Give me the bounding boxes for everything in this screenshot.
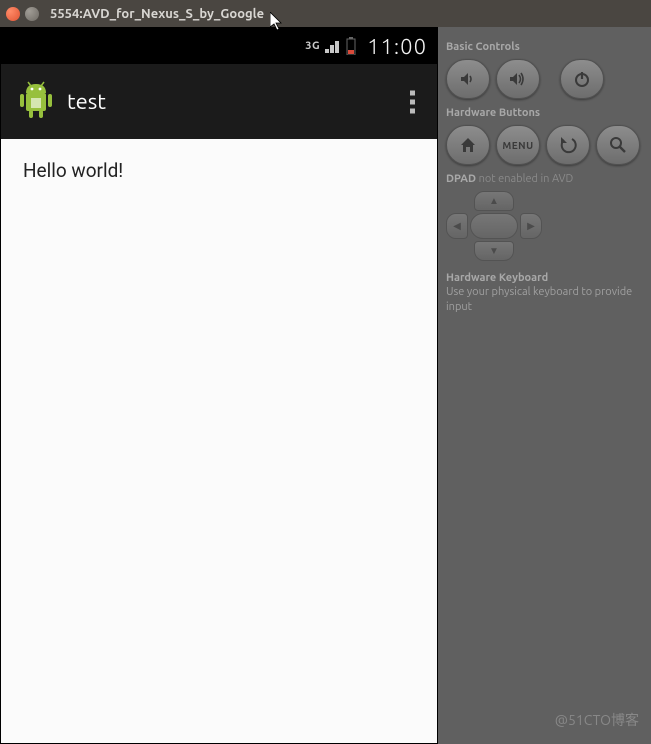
app-title: test — [67, 89, 106, 114]
dpad-up-button: ▲ — [474, 191, 514, 211]
window-titlebar: 5554:AVD_for_Nexus_S_by_Google — [0, 0, 651, 27]
dpad-left-button: ◀ — [446, 213, 468, 239]
dpad: ▲ ▼ ◀ ▶ — [446, 191, 542, 261]
volume-down-button[interactable] — [446, 59, 490, 99]
menu-button[interactable]: MENU — [496, 125, 540, 165]
signal-icon — [325, 39, 341, 53]
hardware-buttons-label: Hardware Buttons — [446, 107, 643, 119]
window-close-button[interactable] — [6, 7, 20, 21]
dpad-center-button — [470, 213, 518, 239]
window-minimize-button[interactable] — [25, 7, 39, 21]
watermark: @51CTO博客 — [555, 710, 639, 730]
battery-icon — [346, 37, 356, 55]
network-indicator: 3G — [305, 40, 320, 52]
hello-text: Hello world! — [23, 159, 123, 182]
workspace: 3G 11:00 — [0, 27, 651, 744]
keyboard-hint: Hardware Keyboard Use your physical keyb… — [446, 271, 643, 314]
power-button[interactable] — [560, 59, 604, 99]
search-button[interactable] — [596, 125, 640, 165]
app-actionbar: test — [1, 64, 437, 139]
clock: 11:00 — [367, 34, 427, 59]
home-button[interactable] — [446, 125, 490, 165]
android-statusbar: 3G 11:00 — [1, 28, 437, 64]
basic-controls-label: Basic Controls — [446, 41, 643, 53]
app-content: Hello world! — [1, 139, 437, 743]
volume-up-button[interactable] — [496, 59, 540, 99]
device-screen: 3G 11:00 — [0, 27, 438, 744]
dpad-status-text: DPAD not enabled in AVD — [446, 173, 643, 185]
dpad-right-button: ▶ — [520, 213, 542, 239]
back-button[interactable] — [546, 125, 590, 165]
window-title: 5554:AVD_for_Nexus_S_by_Google — [50, 7, 264, 21]
android-robot-icon — [19, 80, 53, 124]
dpad-down-button: ▼ — [474, 241, 514, 261]
overflow-menu-button[interactable] — [402, 82, 423, 121]
emulator-controls-panel: Basic Controls Hardware Buttons MENU — [438, 27, 651, 744]
